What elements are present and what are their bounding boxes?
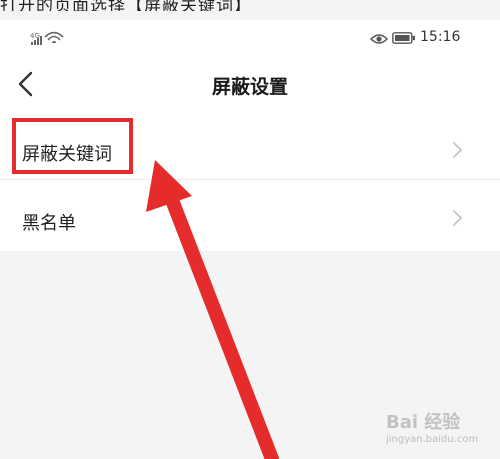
screenshot-page: 打开的页面选择【屏蔽关键词】 4G 15:16 屏蔽设置 屏蔽关键词 黑名单 B… <box>0 0 500 459</box>
status-bar: 4G 15:16 <box>0 20 500 60</box>
battery-icon <box>392 32 415 44</box>
list-item-blacklist[interactable]: 黑名单 <box>0 179 500 251</box>
eye-icon <box>370 34 388 44</box>
caption-text: 打开的页面选择【屏蔽关键词】 <box>0 0 252 11</box>
watermark-brand: Bai 经验 <box>386 412 461 433</box>
nav-bar: 屏蔽设置 <box>0 60 500 108</box>
signal-icon: 4G <box>30 31 64 45</box>
chevron-right-icon <box>453 210 462 226</box>
list-item-label: 黑名单 <box>22 213 76 234</box>
page-title: 屏蔽设置 <box>211 76 288 98</box>
chevron-right-icon <box>453 142 462 158</box>
watermark-url: jingyan.baidu.com <box>386 434 479 445</box>
baidu-watermark: Bai 经验 jingyan.baidu.com <box>386 408 496 454</box>
status-time: 15:16 <box>420 29 461 45</box>
highlight-box <box>12 118 133 174</box>
